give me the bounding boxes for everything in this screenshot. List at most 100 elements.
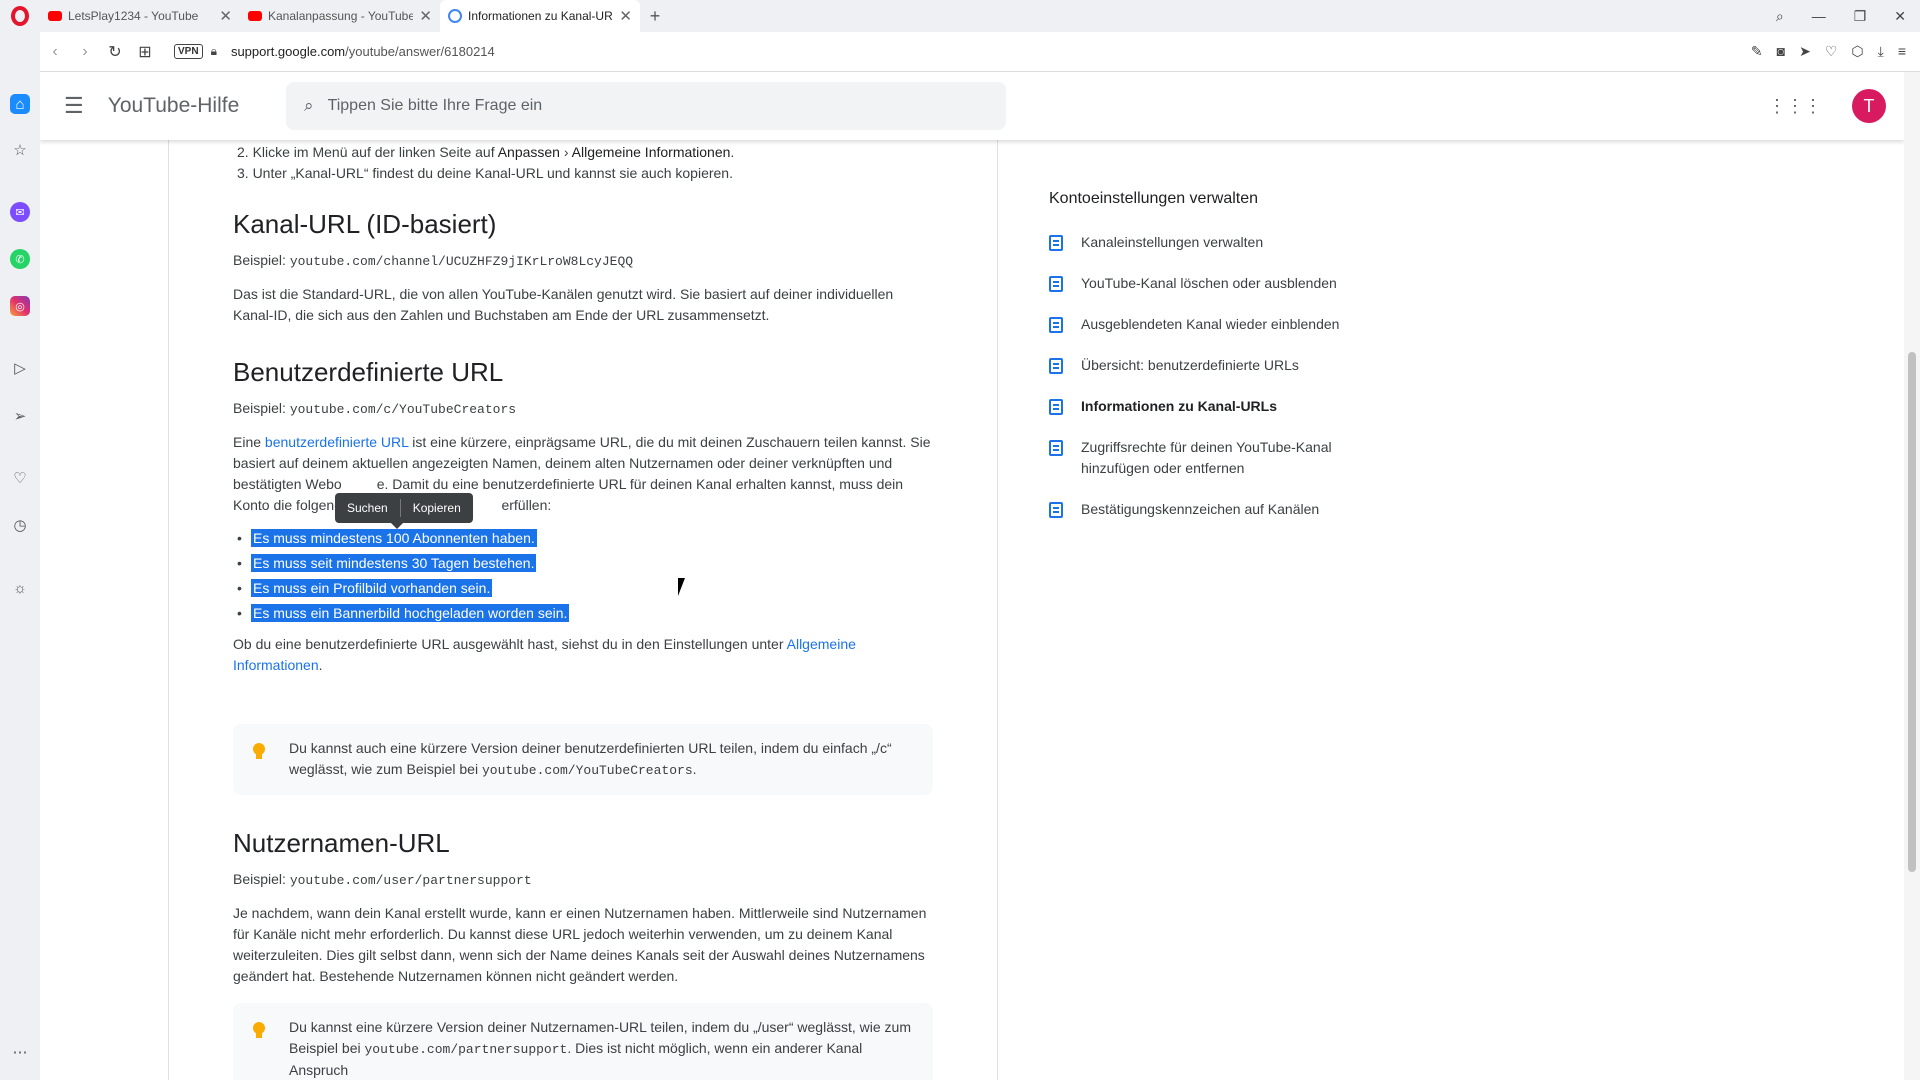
restore-icon[interactable]: ❐ <box>1854 8 1867 25</box>
tip-code: youtube.com/YouTubeCreators <box>481 763 693 778</box>
step-anpassen: Anpassen <box>497 144 560 160</box>
requirement-item: Es muss seit mindestens 30 Tagen bestehe… <box>233 553 933 574</box>
requirement-text: Es muss mindestens 100 Abonnenten haben. <box>251 529 537 547</box>
requirement-item: Es muss ein Profilbild vorhanden sein. <box>233 578 933 599</box>
send-icon[interactable]: ➤ <box>1799 43 1811 60</box>
example-id-url: Beispiel: youtube.com/channel/UCUZHFZ9jI… <box>233 250 933 272</box>
speed-dial-icon[interactable]: ⊞ <box>130 42 160 62</box>
step-allgemein: Allgemeine Informationen <box>571 144 731 160</box>
minimize-icon[interactable]: — <box>1812 8 1826 25</box>
avatar[interactable]: T <box>1852 89 1886 123</box>
related-title: Kontoeinstellungen verwalten <box>1049 190 1259 207</box>
opera-menu-button[interactable] <box>0 0 40 32</box>
scroll-thumb[interactable] <box>1908 352 1916 872</box>
example-code: youtube.com/channel/UCUZHFZ9jIKrLroW8Lcy… <box>289 254 634 269</box>
send-sidebar-icon[interactable]: ➢ <box>10 406 30 426</box>
article-icon <box>1049 317 1063 333</box>
tab-informationen[interactable]: Informationen zu Kanal-URLs ✕ <box>440 0 640 32</box>
example-user-url: Beispiel: youtube.com/user/partnersuppor… <box>233 869 933 891</box>
instagram-icon[interactable]: ◎ <box>10 296 30 316</box>
example-label: Beispiel: <box>233 400 290 416</box>
url-field[interactable]: support.google.com/youtube/answer/618021… <box>231 44 495 59</box>
related-item-label: YouTube-Kanal löschen oder ausblenden <box>1081 275 1337 291</box>
text: Eine <box>233 434 265 450</box>
reload-icon[interactable]: ↻ <box>100 42 130 62</box>
tab-close-icon[interactable]: ✕ <box>419 7 432 25</box>
step-2: 2. Klicke im Menü auf der linken Seite a… <box>237 142 933 163</box>
custom-url-link[interactable]: benutzerdefinierte URL <box>265 434 408 450</box>
requirement-item: Es muss ein Bannerbild hochgeladen worde… <box>233 603 933 624</box>
whatsapp-icon[interactable]: ✆ <box>10 249 30 269</box>
context-search-button[interactable]: Suchen <box>335 498 400 519</box>
step-suffix: . <box>730 144 735 160</box>
context-copy-button[interactable]: Kopieren <box>401 498 473 519</box>
edit-icon[interactable]: ✎ <box>1751 43 1763 60</box>
tab-letsplay[interactable]: LetsPlay1234 - YouTube ✕ <box>40 0 240 32</box>
easy-setup-icon[interactable]: ≡ <box>1898 43 1906 60</box>
text: . <box>318 657 323 673</box>
hamburger-menu-icon[interactable]: ☰ <box>64 93 84 119</box>
step-3: 3. Unter „Kanal-URL“ findest du deine Ka… <box>237 165 733 181</box>
star-icon[interactable]: ☆ <box>10 140 30 160</box>
related-item-label: Zugriffsrechte für deinen YouTube-Kanal … <box>1081 439 1332 476</box>
home-icon[interactable]: ⌂ <box>10 94 30 114</box>
selection-context-menu: Suchen Kopieren <box>335 493 473 529</box>
article: 2. Klicke im Menü auf der linken Seite a… <box>233 140 933 1080</box>
requirement-item: Es muss mindestens 100 Abonnenten haben. <box>233 528 933 549</box>
heart-icon[interactable]: ♡ <box>1825 43 1838 60</box>
related-item[interactable]: Bestätigungskennzeichen auf Kanälen <box>1049 499 1369 520</box>
tip-text: . <box>692 761 697 777</box>
vpn-badge[interactable]: VPN <box>174 44 203 59</box>
brand-title[interactable]: YouTube-Hilfe <box>108 94 240 118</box>
download-icon[interactable]: ⤓ <box>1878 43 1884 60</box>
tab-kanalanpassung[interactable]: Kanalanpassung - YouTube ✕ <box>240 0 440 32</box>
mouse-cursor <box>678 578 692 596</box>
search-box[interactable]: ⌕ <box>286 82 1006 130</box>
article-icon <box>1049 440 1063 456</box>
lightbulb-icon <box>253 1022 265 1038</box>
tab-close-icon[interactable]: ✕ <box>619 7 632 25</box>
tab-close-icon[interactable]: ✕ <box>219 7 232 25</box>
article-icon <box>1049 358 1063 374</box>
heading-custom-url: Benutzerdefinierte URL <box>233 357 504 387</box>
related-item-label: Bestätigungskennzeichen auf Kanälen <box>1081 501 1320 517</box>
text: Ob du eine benutzerdefinierte URL ausgew… <box>233 636 787 652</box>
article-icon <box>1049 235 1063 251</box>
back-icon[interactable]: ‹ <box>40 43 70 61</box>
related-item-label: Kanaleinstellungen verwalten <box>1081 234 1264 250</box>
cube-icon[interactable]: ⬡ <box>1851 43 1863 60</box>
player-icon[interactable]: ▷ <box>10 358 30 378</box>
new-tab-button[interactable]: + <box>640 6 670 27</box>
messenger-icon[interactable]: ✉ <box>10 202 30 222</box>
address-bar: ‹ › ↻ ⊞ VPN 🔒︎ support.google.com/youtub… <box>40 32 1920 72</box>
history-icon[interactable]: ◷ <box>10 515 30 535</box>
heart-sidebar-icon[interactable]: ♡ <box>10 468 30 488</box>
lock-icon[interactable]: 🔒︎ <box>211 44 217 59</box>
related-item-current[interactable]: Informationen zu Kanal-URLs <box>1049 396 1369 417</box>
related-item[interactable]: Übersicht: benutzerdefinierte URLs <box>1049 355 1369 376</box>
example-custom-url: Beispiel: youtube.com/c/YouTubeCreators <box>233 398 933 420</box>
tip-box-custom: Du kannst auch eine kürzere Version dein… <box>233 724 933 795</box>
lightbulb-sidebar-icon[interactable]: ☼ <box>10 578 30 598</box>
apps-grid-icon[interactable]: ⋮⋮⋮ <box>1768 96 1822 117</box>
close-window-icon[interactable]: ✕ <box>1894 8 1906 25</box>
tab-title: Kanalanpassung - YouTube <box>268 9 414 23</box>
camera-icon[interactable]: ◙ <box>1777 43 1785 60</box>
heading-user-url: Nutzernamen-URL <box>233 828 450 858</box>
heading-id-url: Kanal-URL (ID-basiert) <box>233 209 497 239</box>
tip-box-user: Du kannst eine kürzere Version deiner Nu… <box>233 1003 933 1080</box>
opera-logo-icon <box>11 6 29 26</box>
forward-icon[interactable]: › <box>70 43 100 61</box>
related-item[interactable]: Ausgeblendeten Kanal wieder einblenden <box>1049 314 1369 335</box>
requirements-list: Es muss mindestens 100 Abonnenten haben.… <box>233 528 933 624</box>
example-code: youtube.com/user/partnersupport <box>289 873 532 888</box>
tab-search-icon[interactable]: ⌕ <box>1776 8 1784 25</box>
related-item[interactable]: Zugriffsrechte für deinen YouTube-Kanal … <box>1049 437 1369 479</box>
more-icon[interactable]: ⋯ <box>10 1042 30 1062</box>
related-item[interactable]: YouTube-Kanal löschen oder ausblenden <box>1049 273 1369 294</box>
search-input[interactable] <box>327 97 928 115</box>
related-item[interactable]: Kanaleinstellungen verwalten <box>1049 232 1369 253</box>
page-scrollbar[interactable] <box>1904 72 1920 1080</box>
custom-url-settings-note: Ob du eine benutzerdefinierte URL ausgew… <box>233 634 933 676</box>
search-icon[interactable]: ⌕ <box>304 96 314 116</box>
